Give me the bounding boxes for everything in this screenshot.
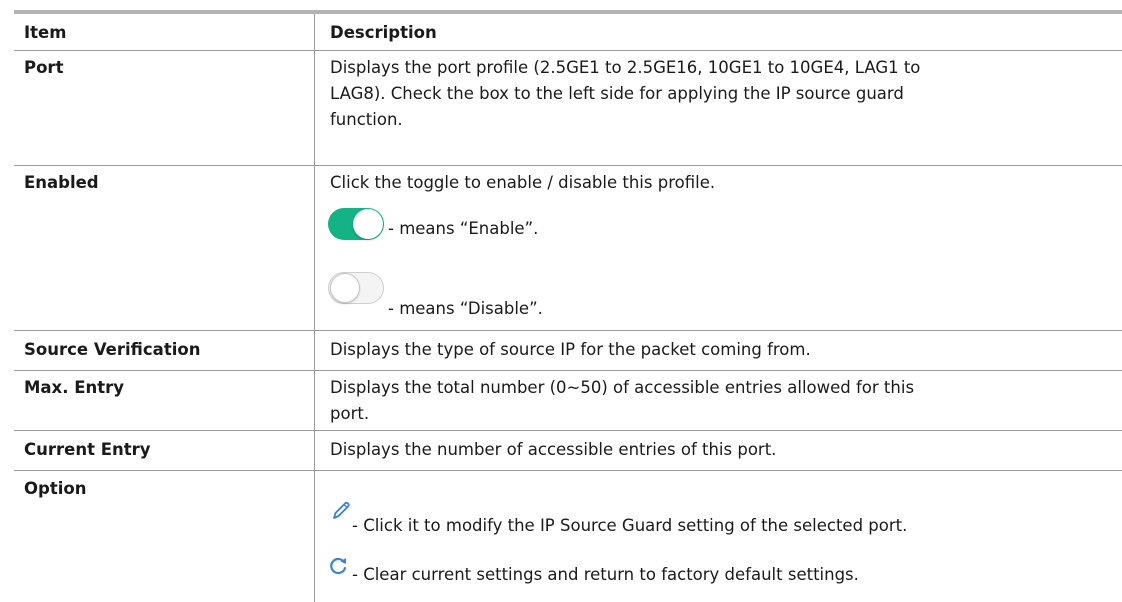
row-divider: [14, 165, 1122, 166]
desc-line: LAG8). Check the box to the left side fo…: [330, 84, 904, 103]
row-item-port: Port: [24, 58, 64, 77]
desc-line: port.: [330, 404, 370, 423]
row-item-enabled: Enabled: [24, 173, 99, 192]
header-description: Description: [330, 23, 437, 42]
row-divider: [14, 330, 1122, 331]
row-divider: [14, 430, 1122, 431]
toggle-knob: [330, 273, 360, 303]
row-item-option: Option: [24, 479, 87, 498]
pencil-icon: [333, 501, 350, 519]
row-divider: [14, 470, 1122, 471]
refresh-icon-description: - Clear current settings and return to f…: [352, 565, 859, 584]
row-item-source-verification: Source Verification: [24, 340, 201, 359]
desc-line: Displays the total number (0~50) of acce…: [330, 378, 915, 397]
disable-meaning-text: - means “Disable”.: [388, 299, 543, 318]
column-divider: [314, 14, 315, 602]
row-item-max-entry: Max. Entry: [24, 378, 125, 397]
table-top-border: [14, 10, 1122, 14]
desc-line: function.: [330, 110, 403, 129]
toggle-knob: [353, 209, 383, 239]
row-desc-source-verification: Displays the type of source IP for the p…: [330, 340, 811, 359]
row-desc-max-entry: Displays the total number (0~50) of acce…: [330, 375, 1105, 427]
toggle-off-icon: [328, 272, 384, 304]
enable-meaning-text: - means “Enable”.: [388, 219, 539, 238]
row-divider: [14, 370, 1122, 371]
row-desc-enabled-line1: Click the toggle to enable / disable thi…: [330, 173, 716, 192]
row-divider: [14, 50, 1122, 51]
header-item: Item: [24, 23, 67, 42]
row-desc-port: Displays the port profile (2.5GE1 to 2.5…: [330, 55, 1105, 133]
row-item-current-entry: Current Entry: [24, 440, 151, 459]
desc-line: Displays the port profile (2.5GE1 to 2.5…: [330, 58, 921, 77]
row-desc-current-entry: Displays the number of accessible entrie…: [330, 440, 777, 459]
description-table: Item Description Port Displays the port …: [0, 0, 1122, 602]
toggle-on-icon: [328, 208, 384, 240]
refresh-icon: [330, 557, 347, 575]
edit-icon-description: - Click it to modify the IP Source Guard…: [352, 516, 908, 535]
